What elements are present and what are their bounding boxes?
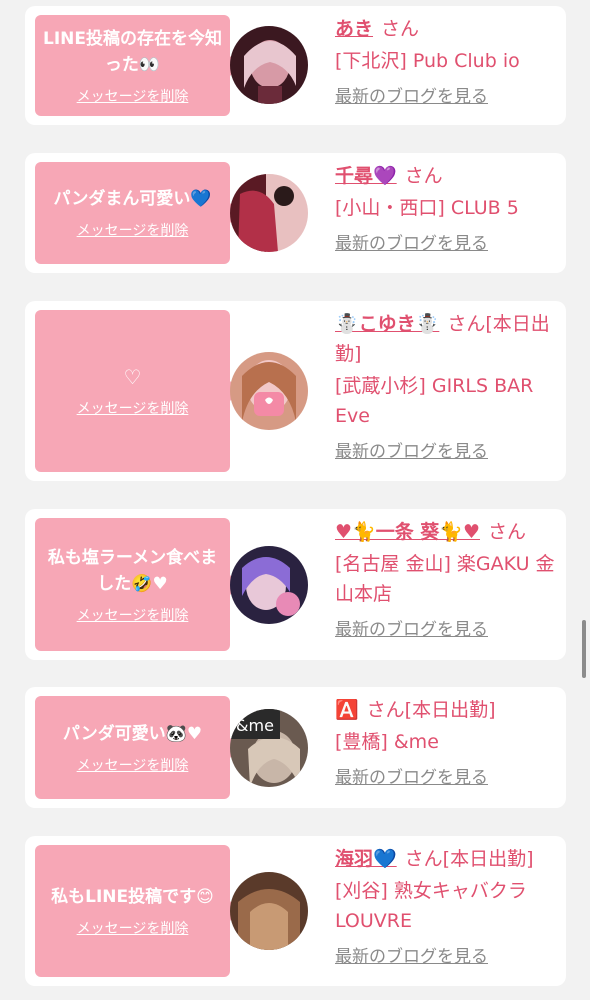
cast-suffix: さん (488, 521, 527, 543)
delete-message-link[interactable]: メッセージを削除 (77, 605, 189, 625)
message-text: パンダまん可愛い💙 (53, 189, 212, 209)
blog-link[interactable]: 最新のブログを見る (335, 765, 561, 791)
shop-name: [武蔵小杉] GIRLS BAR Eve (335, 375, 534, 427)
delete-message-link[interactable]: メッセージを削除 (77, 918, 189, 938)
avatar[interactable] (230, 26, 308, 104)
avatar[interactable] (230, 872, 308, 950)
message-card: LINE投稿の存在を今知った👀 メッセージを削除 あき さん [下北沢] Pub … (25, 6, 566, 125)
message-text: 私も塩ラーメン食べました🤣♥ (47, 547, 218, 594)
avatar-photo (230, 26, 308, 104)
message-bubble: パンダまん可愛い💙 メッセージを削除 (35, 162, 240, 264)
shop-name: [名古屋 金山] 楽GAKU 金山本店 (335, 553, 555, 605)
shop-name: [豊橋] &me (335, 731, 439, 753)
message-card: パンダ可愛い🐼♥ メッセージを削除 &me 🅰️ さん[本日出勤] [豊橋] &m… (25, 687, 566, 808)
cast-info: ♥🐈一条 葵🐈♥ さん [名古屋 金山] 楽GAKU 金山本店 最新のブログを見る (335, 517, 561, 643)
cast-name-link[interactable]: ☃️こゆき☃️ (335, 313, 439, 335)
message-bubble: ♡ メッセージを削除 (35, 310, 240, 472)
message-bubble: パンダ可愛い🐼♥ メッセージを削除 (35, 696, 240, 799)
delete-message-link[interactable]: メッセージを削除 (77, 86, 189, 106)
message-card: パンダまん可愛い💙 メッセージを削除 千尋💜 さん [小山・西口] CLUB 5 … (25, 153, 566, 273)
cast-name-link[interactable]: 海羽💙 (335, 848, 397, 870)
message-text: LINE投稿の存在を今知った👀 (43, 28, 222, 75)
cast-name-link[interactable]: 千尋💜 (335, 165, 397, 187)
message-bubble: 私も塩ラーメン食べました🤣♥ メッセージを削除 (35, 518, 240, 651)
shop-name: [下北沢] Pub Club io (335, 50, 520, 72)
message-bubble: 私もLINE投稿です😊 メッセージを削除 (35, 845, 240, 977)
avatar-photo (230, 872, 308, 950)
message-card: 私も塩ラーメン食べました🤣♥ メッセージを削除 ♥🐈一条 葵🐈♥ さん [名古屋 … (25, 509, 566, 660)
blog-link[interactable]: 最新のブログを見る (335, 84, 561, 110)
avatar-photo: &me (230, 709, 308, 787)
cast-suffix: さん[本日出勤] (404, 848, 534, 870)
blog-link[interactable]: 最新のブログを見る (335, 617, 561, 643)
message-text: パンダ可愛い🐼♥ (62, 723, 203, 744)
cast-info: 🅰️ さん[本日出勤] [豊橋] &me 最新のブログを見る (335, 695, 561, 791)
cast-suffix: さん[本日出勤] (366, 699, 496, 721)
message-card: ♡ メッセージを削除 ☃️こゆき☃️ さん[本日出勤] [武蔵小杉] GIRLS … (25, 301, 566, 481)
avatar[interactable] (230, 546, 308, 624)
shop-name: [小山・西口] CLUB 5 (335, 197, 519, 219)
avatar-photo (230, 546, 308, 624)
message-list: LINE投稿の存在を今知った👀 メッセージを削除 あき さん [下北沢] Pub … (0, 0, 590, 1000)
avatar[interactable]: &me (230, 709, 308, 787)
cast-suffix: さん (381, 18, 420, 40)
blog-link[interactable]: 最新のブログを見る (335, 439, 561, 465)
cast-info: 海羽💙 さん[本日出勤] [刈谷] 熟女キャバクラ LOUVRE 最新のブログを見… (335, 844, 561, 970)
cast-info: 千尋💜 さん [小山・西口] CLUB 5 最新のブログを見る (335, 161, 561, 257)
scrollbar[interactable] (582, 620, 586, 678)
message-text: 私もLINE投稿です😊 (51, 887, 214, 907)
avatar-photo (230, 352, 308, 430)
cast-suffix: さん (404, 165, 443, 187)
message-bubble: LINE投稿の存在を今知った👀 メッセージを削除 (35, 15, 240, 116)
cast-info: あき さん [下北沢] Pub Club io 最新のブログを見る (335, 14, 561, 110)
message-text: ♡ (123, 365, 142, 389)
delete-message-link[interactable]: メッセージを削除 (77, 755, 189, 775)
avatar-photo (230, 174, 308, 252)
delete-message-link[interactable]: メッセージを削除 (77, 220, 189, 240)
cast-name-link[interactable]: 🅰️ (335, 699, 359, 721)
blog-link[interactable]: 最新のブログを見る (335, 944, 561, 970)
avatar-logo-text: &me (236, 716, 274, 735)
avatar[interactable] (230, 352, 308, 430)
avatar[interactable] (230, 174, 308, 252)
blog-link[interactable]: 最新のブログを見る (335, 231, 561, 257)
cast-name-link[interactable]: ♥🐈一条 葵🐈♥ (335, 521, 480, 543)
message-card: 私もLINE投稿です😊 メッセージを削除 海羽💙 さん[本日出勤] [刈谷] 熟女… (25, 836, 566, 986)
delete-message-link[interactable]: メッセージを削除 (77, 398, 189, 418)
cast-info: ☃️こゆき☃️ さん[本日出勤] [武蔵小杉] GIRLS BAR Eve 最新の… (335, 309, 561, 465)
shop-name: [刈谷] 熟女キャバクラ LOUVRE (335, 880, 527, 932)
cast-name-link[interactable]: あき (335, 18, 373, 40)
